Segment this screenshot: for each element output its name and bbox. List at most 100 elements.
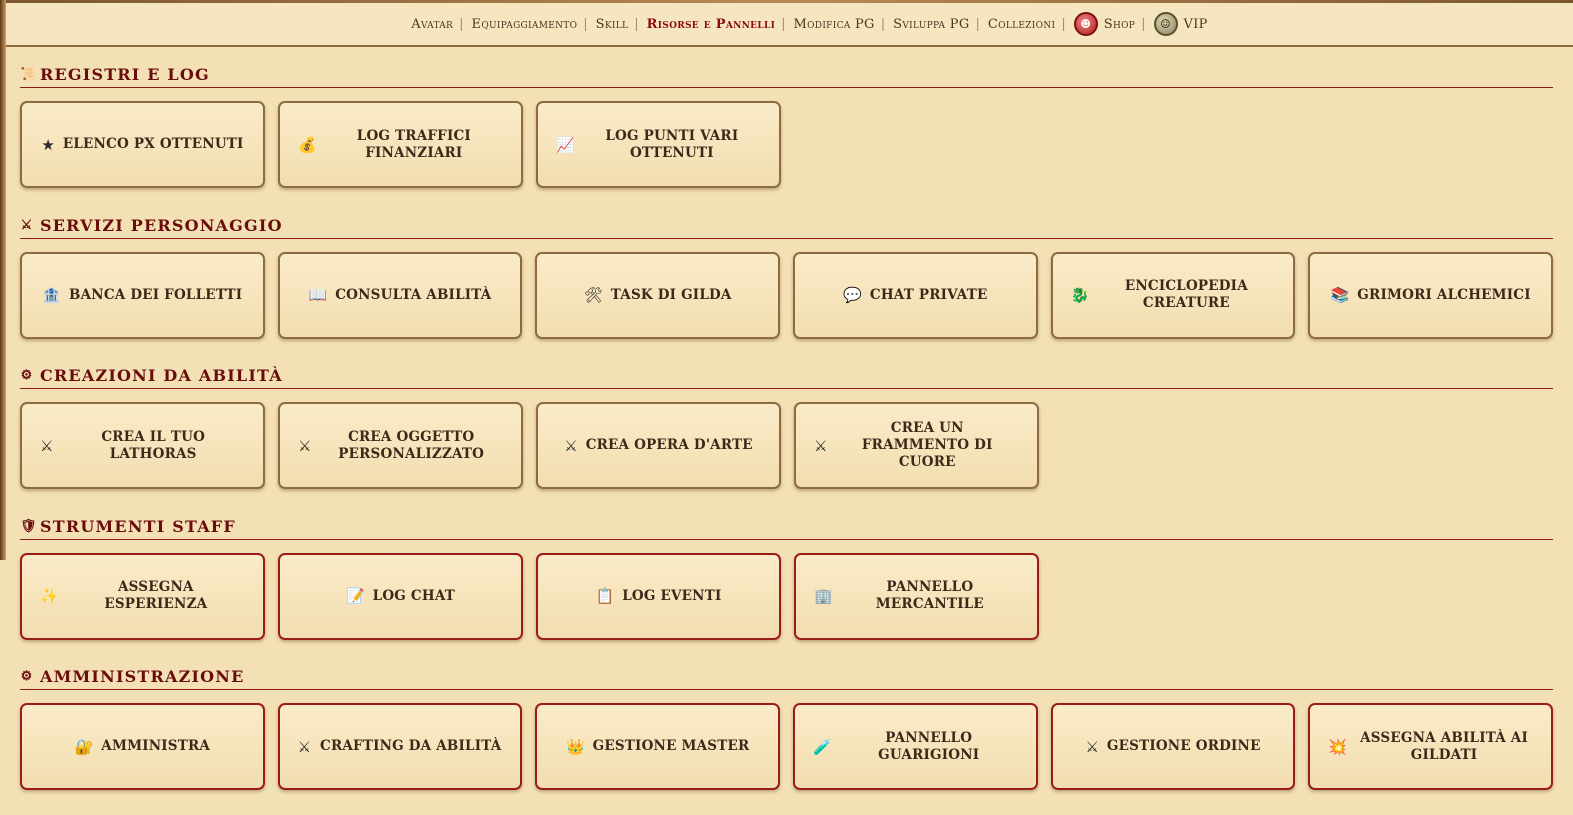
card-gestione-master[interactable]: 👑 GESTIONE MASTER (535, 703, 781, 790)
card-grid: ⚔ CREA IL TUO LATHORAS ⚔ CREA OGGETTO PERSO… (20, 402, 1553, 489)
card-label: CREA OPERA D'ARTE (585, 437, 753, 453)
scroll-icon: 📜 (20, 67, 38, 82)
card-crea-oggetto-personalizzato[interactable]: ⚔ CREA OGGETTO PERSONALIZZATO (278, 402, 523, 489)
section-title: 🛡 STRUMENTI STAFF (20, 514, 1553, 540)
section-title-text: STRUMENTI STAFF (40, 516, 236, 536)
card-log-punti-vari-ottenuti[interactable]: 📈 LOG PUNTI VARI OTTENUTI (536, 101, 781, 188)
chart-icon: 📈 (556, 135, 575, 154)
section-title: ⚙ AMMINISTRAZIONE (20, 664, 1553, 690)
section-amministrazione: ⚙ AMMINISTRAZIONE 🔐 AMMINISTRA ⚔ CRAFTING DA … (20, 664, 1554, 815)
card-label: ASSEGNA ABILITÀ AI GILDATI (1360, 729, 1528, 763)
card-log-chat[interactable]: 📝 LOG CHAT (278, 552, 523, 640)
card-gestione-ordine[interactable]: ⚔ GESTIONE ORDINE (1050, 703, 1296, 790)
card-label: CHAT PRIVATE (869, 286, 988, 303)
card-crafting-da-abilità[interactable]: ⚔ CRAFTING DA ABILITÀ (277, 703, 523, 790)
nav-vip[interactable]: ☺ VIP (1152, 12, 1210, 36)
section-title-text: CREAZIONI DA ABILITÀ (40, 366, 283, 385)
card-label: ASSEGNA ESPERIENZA (104, 579, 208, 612)
crossed-swords-icon: ⚔ (1085, 737, 1099, 756)
section-title-text: SERVIZI PERSONAGGIO (40, 215, 283, 235)
card-label: CONSULTA ABILITÀ (335, 286, 492, 303)
card-crea-il-tuo-lathoras[interactable]: ⚔ CREA IL TUO LATHORAS (20, 402, 265, 489)
card-label: LOG PUNTI VARI OTTENUTI (605, 127, 739, 161)
card-chat-private[interactable]: 💬 CHAT PRIVATE (793, 251, 1038, 339)
resources-panel: 📜 REGISTRI E LOG ★ ELENCO PX OTTENUTI 💰 LOG T… (20, 62, 1554, 815)
bank-icon: 🏦 (42, 286, 62, 304)
clipboard-icon: 📋 (595, 587, 615, 605)
section-title: 📜 REGISTRI E LOG (20, 62, 1553, 88)
card-banca-dei-folletti[interactable]: 🏦 BANCA DEI FOLLETTI (20, 251, 265, 339)
crossed-swords-icon: ⚔ (297, 737, 312, 756)
card-label: CREA IL TUO LATHORAS (101, 428, 206, 462)
card-label: PANNELLO MERCANTILE (875, 579, 984, 612)
card-log-traffici-finanziari[interactable]: 💰 LOG TRAFFICI FINANZIARI (278, 101, 523, 188)
crossed-swords-icon: ⚔ (298, 436, 312, 455)
left-frame-decoration (0, 0, 6, 560)
card-log-eventi[interactable]: 📋 LOG EVENTI (536, 552, 781, 640)
vip-coin-icon: ☺ (1153, 12, 1178, 36)
section-registri: 📜 REGISTRI E LOG ★ ELENCO PX OTTENUTI 💰 LOG T… (20, 62, 1553, 213)
nav-separator: | (459, 16, 464, 32)
card-crea-un-frammento-di-cuore[interactable]: ⚔ CREA UN FRAMMENTO DI CUORE (794, 402, 1039, 489)
card-label: TASK DI GILDA (610, 286, 732, 303)
card-pannello-mercantile[interactable]: 🏢 PANNELLO MERCANTILE (794, 552, 1039, 640)
gear-icon: ⚙ (20, 368, 34, 383)
nav-avatar[interactable]: Avatar (409, 17, 455, 32)
shop-coin-icon: ☻ (1073, 12, 1098, 36)
card-assegna-abilità-ai-gildati[interactable]: 💥 ASSEGNA ABILITÀ AI GILDATI (1308, 703, 1554, 790)
nav-skill[interactable]: Skill (594, 17, 631, 32)
sparkles-icon: ✨ (40, 587, 59, 605)
building-icon: 🏢 (814, 587, 833, 605)
crown-icon: 👑 (565, 737, 585, 756)
section-creazioni: ⚙ CREAZIONI DA ABILITÀ ⚔ CREA IL TUO LATHOR… (20, 363, 1553, 514)
card-label: GESTIONE ORDINE (1106, 738, 1261, 754)
card-assegna-esperienza[interactable]: ✨ ASSEGNA ESPERIENZA (20, 552, 265, 640)
card-label: LOG EVENTI (622, 587, 722, 604)
card-label: AMMINISTRA (101, 738, 211, 754)
nav-sviluppa-pg[interactable]: Sviluppa PG (891, 17, 971, 32)
card-grimori-alchemici[interactable]: 📚 GRIMORI ALCHEMICI (1308, 251, 1554, 339)
nav-separator: | (1141, 16, 1146, 32)
section-title: ⚙ CREAZIONI DA ABILITÀ (20, 363, 1553, 389)
section-title-text: AMMINISTRAZIONE (40, 667, 245, 686)
section-servizi: ⚔ SERVIZI PERSONAGGIO 🏦 BANCA DEI FOLLETTI 📖… (20, 213, 1554, 364)
nav-shop[interactable]: ☻ Shop (1072, 12, 1137, 36)
top-navigation: Avatar | Equipaggiamento | Skill | Risor… (6, 3, 1573, 47)
nav-separator: | (880, 16, 886, 32)
card-label: GRIMORI ALCHEMICI (1357, 286, 1531, 303)
nav-vip-label: VIP (1183, 16, 1208, 32)
card-label: GESTIONE MASTER (592, 738, 750, 754)
section-title: ⚔ SERVIZI PERSONAGGIO (20, 213, 1553, 239)
card-enciclopedia-creature[interactable]: 🐉 ENCICLOPEDIA CREATURE (1050, 251, 1296, 339)
card-task-di-gilda[interactable]: 🛠 TASK DI GILDA (535, 251, 781, 339)
card-label: CREA OGGETTO PERSONALIZZATO (338, 428, 485, 462)
card-crea-opera-d-arte[interactable]: ⚔ CREA OPERA D'ARTE (536, 402, 781, 489)
card-grid: ✨ ASSEGNA ESPERIENZA 📝 LOG CHAT 📋 LOG EVENTI 🏢… (20, 552, 1553, 640)
money-bag-icon: 💰 (298, 135, 317, 154)
card-elenco-px-ottenuti[interactable]: ★ ELENCO PX OTTENUTI (20, 101, 265, 188)
burst-icon: 💥 (1328, 737, 1348, 756)
crossed-swords-icon: ⚔ (40, 436, 54, 455)
crossed-swords-icon: ⚔ (20, 217, 34, 233)
tools-icon: 🛠 (583, 286, 603, 304)
nav-modifica-pg[interactable]: Modifica PG (792, 17, 877, 32)
nav-collezioni[interactable]: Collezioni (986, 17, 1057, 32)
lock-icon: 🔐 (74, 737, 94, 756)
crossed-swords-icon: ⚔ (814, 436, 828, 455)
chat-bubble-icon: 💬 (843, 286, 862, 304)
card-grid: 🏦 BANCA DEI FOLLETTI 📖 CONSULTA ABILITÀ 🛠 TAS… (20, 251, 1554, 339)
card-pannello-guarigioni[interactable]: 🧪 PANNELLO GUARIGIONI (793, 703, 1038, 790)
potion-icon: 🧪 (813, 737, 832, 756)
card-label: LOG TRAFFICI FINANZIARI (356, 127, 471, 161)
dragon-icon: 🐉 (1070, 286, 1090, 304)
nav-equipaggiamento[interactable]: Equipaggiamento (470, 17, 580, 32)
card-amministra[interactable]: 🔐 AMMINISTRA (20, 703, 265, 790)
section-title-text: REGISTRI E LOG (40, 65, 210, 84)
card-consulta-abilità[interactable]: 📖 CONSULTA ABILITÀ (277, 251, 523, 339)
nav-risorse-e-pannelli[interactable]: Risorse e Pannelli (645, 17, 777, 32)
card-label: BANCA DEI FOLLETTI (69, 286, 243, 303)
star-icon: ★ (41, 135, 55, 154)
nav-shop-label: Shop (1103, 16, 1136, 32)
card-label: CREA UN FRAMMENTO DI CUORE (861, 420, 993, 470)
nav-separator: | (583, 16, 588, 32)
